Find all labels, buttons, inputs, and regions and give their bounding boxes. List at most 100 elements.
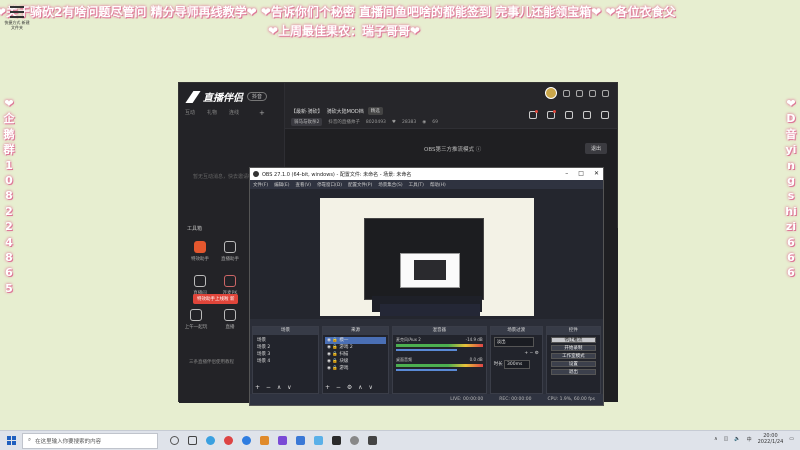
tab-connect[interactable]: 连线 bbox=[229, 109, 239, 117]
tab-gifts[interactable]: 礼物 bbox=[207, 109, 217, 117]
menu-profile[interactable]: 配置文件(P) bbox=[348, 182, 372, 188]
eye-icon[interactable]: ◉ bbox=[327, 345, 331, 350]
start-recording-button[interactable]: 开始录制 bbox=[550, 345, 596, 351]
list-item[interactable]: ◉ 🔒 游戏 2 bbox=[325, 344, 386, 351]
shield-app-icon[interactable] bbox=[314, 436, 323, 445]
clock[interactable]: 20:00 2022/1/24 bbox=[758, 433, 784, 445]
edge-icon[interactable] bbox=[242, 436, 251, 445]
lock-icon[interactable]: 🔒 bbox=[332, 352, 338, 357]
system-tray: ∧ ◫ 🔈 中 20:00 2022/1/24 ▭ bbox=[714, 433, 794, 445]
menu-file[interactable]: 文件(F) bbox=[253, 182, 268, 188]
avatar[interactable] bbox=[545, 87, 557, 99]
app-header: 【最新·骑砍】 骑砍大陆MOD档 精选 骑马与砍杀2 抖音的直播帅子 80204… bbox=[285, 83, 617, 129]
premiere-icon[interactable] bbox=[278, 436, 287, 445]
exit-button[interactable]: 退出 bbox=[584, 143, 607, 154]
menu-tools[interactable]: 工具(T) bbox=[409, 182, 424, 188]
left-vertical-banner: ❤企鹅群108224865 bbox=[3, 97, 15, 295]
list-item[interactable]: ◉ 🔒 模一 bbox=[325, 337, 386, 344]
scrolling-banner: ❤关于骑砍2有啥问题尽管问 精分导师再线教学❤ ❤告诉你们个秘密 直播间鱼吧啥的… bbox=[0, 3, 800, 19]
desktop-shortcut[interactable]: 快捷方式 新建文件夹 bbox=[4, 6, 30, 38]
sources-toolbar[interactable]: + − ⚙ ∧ ∨ bbox=[325, 384, 375, 391]
lock-icon[interactable]: 🔒 bbox=[332, 345, 338, 350]
mixer-track: 桌面音频 0.0 dB bbox=[393, 355, 486, 375]
list-item[interactable]: 场景 4 bbox=[255, 358, 316, 365]
folder-icon[interactable] bbox=[260, 436, 269, 445]
mixer-dock: 混音器 麦克风/Aux 2 -14.9 dB 桌面音频 0.0 dB bbox=[392, 326, 487, 394]
lock-icon[interactable]: 🔒 bbox=[332, 366, 338, 371]
lock-icon[interactable]: 🔒 bbox=[332, 338, 338, 343]
game-icon[interactable] bbox=[332, 436, 341, 445]
photoshop-icon[interactable] bbox=[296, 436, 305, 445]
streaming-app-taskbar-icon[interactable] bbox=[368, 436, 377, 445]
studio-mode-button[interactable]: 工作室模式 bbox=[550, 353, 596, 359]
menu-help[interactable]: 帮助(H) bbox=[430, 182, 446, 188]
volume-icon[interactable]: 🔈 bbox=[734, 436, 740, 442]
task-view-icon[interactable] bbox=[170, 436, 179, 445]
transition-select[interactable]: 淡出 bbox=[493, 337, 534, 347]
close-icon[interactable]: ✕ bbox=[594, 168, 599, 180]
red-app-icon[interactable] bbox=[224, 436, 233, 445]
list-item[interactable]: ◉ 🔒 游戏 bbox=[325, 365, 386, 372]
list-item[interactable]: 场景 3 bbox=[255, 351, 316, 358]
app-brand-badge[interactable]: 抖音 bbox=[247, 92, 268, 101]
chevron-up-icon[interactable]: ∧ bbox=[714, 436, 718, 442]
tool-live[interactable]: 直播 bbox=[215, 309, 245, 330]
tool-effects[interactable]: 特效助手 bbox=[185, 241, 215, 262]
browser-icon[interactable] bbox=[206, 436, 215, 445]
tool-assistant[interactable]: 直播助手 bbox=[215, 241, 245, 262]
exit-obs-button[interactable]: 退出 bbox=[550, 369, 596, 375]
transition-add-row[interactable]: + − ⚙ bbox=[491, 349, 542, 358]
share-icon[interactable] bbox=[601, 111, 609, 119]
ime-icon[interactable]: 中 bbox=[747, 436, 752, 443]
settings-button[interactable]: 设置 bbox=[550, 361, 596, 367]
image-icon bbox=[224, 309, 236, 321]
stop-streaming-button[interactable]: 停止推流 bbox=[550, 337, 596, 343]
eye-icon[interactable]: ◉ bbox=[327, 359, 331, 364]
task-icon[interactable] bbox=[547, 110, 556, 119]
volume-slider[interactable] bbox=[396, 369, 457, 371]
person-icon bbox=[224, 241, 236, 253]
close-icon[interactable] bbox=[602, 89, 609, 97]
minimize-icon[interactable] bbox=[576, 89, 583, 97]
tool-pk[interactable]: 连麦PK bbox=[215, 275, 245, 296]
scenes-toolbar[interactable]: + − ∧ ∨ bbox=[255, 384, 294, 391]
maximize-icon[interactable] bbox=[589, 89, 596, 97]
taskbar-search[interactable]: ⌕ 在这里输入你要搜索的内容 bbox=[22, 432, 158, 449]
duration-input[interactable]: 300ms bbox=[504, 360, 531, 369]
eye-icon[interactable]: ◉ bbox=[327, 352, 331, 357]
eye-icon[interactable]: ◉ bbox=[327, 338, 331, 343]
volume-slider[interactable] bbox=[396, 349, 457, 351]
list-item[interactable]: ◉ 🔒 扫描 bbox=[325, 351, 386, 358]
menu-docks[interactable]: 停靠窗口(D) bbox=[317, 182, 342, 188]
minimize-icon[interactable]: – bbox=[565, 168, 568, 180]
room-category[interactable]: 骑马与砍杀2 bbox=[291, 118, 323, 126]
obs-taskbar-icon[interactable] bbox=[350, 436, 359, 445]
room-title-pill[interactable]: 精选 bbox=[367, 107, 383, 115]
list-item[interactable]: 场景 2 bbox=[255, 344, 316, 351]
tool-room[interactable]: 直播间 bbox=[185, 275, 215, 296]
start-button[interactable] bbox=[0, 431, 22, 450]
chat-icon[interactable] bbox=[565, 111, 573, 119]
lock-icon[interactable]: 🔒 bbox=[332, 359, 338, 364]
obs-preview[interactable] bbox=[250, 189, 603, 319]
new-feature-tip[interactable]: 特效助手上线啦 新 bbox=[193, 294, 239, 304]
grid-icon[interactable] bbox=[188, 436, 197, 445]
sources-dock: 来源 ◉ 🔒 模一 ◉ 🔒 游戏 2 ◉ 🔒 扫描 ◉ 🔒 块级 ◉ 🔒 游戏 … bbox=[322, 326, 389, 394]
list-item[interactable]: ◉ 🔒 块级 bbox=[325, 358, 386, 365]
viewer-icon: ◉ bbox=[422, 119, 427, 125]
list-item[interactable]: 场景 bbox=[255, 337, 316, 344]
menu-view[interactable]: 查看(V) bbox=[295, 182, 311, 188]
maximize-icon[interactable]: □ bbox=[578, 168, 584, 180]
menu-icon[interactable] bbox=[563, 89, 570, 97]
tool-play-together[interactable]: 上午一起玩 bbox=[181, 309, 211, 330]
eye-icon[interactable]: ◉ bbox=[327, 366, 331, 371]
gift-icon[interactable] bbox=[529, 110, 538, 119]
add-tab-icon[interactable]: + bbox=[259, 109, 265, 117]
tutorial-link[interactable]: 三条直播伴侣使用教程 bbox=[189, 359, 234, 365]
bell-icon[interactable] bbox=[583, 111, 591, 119]
notification-icon[interactable]: ▭ bbox=[789, 436, 794, 442]
tab-interact[interactable]: 互动 bbox=[185, 109, 195, 117]
network-icon[interactable]: ◫ bbox=[724, 436, 729, 442]
menu-edit[interactable]: 编辑(E) bbox=[274, 182, 289, 188]
menu-scene-collection[interactable]: 场景集合(S) bbox=[378, 182, 402, 188]
